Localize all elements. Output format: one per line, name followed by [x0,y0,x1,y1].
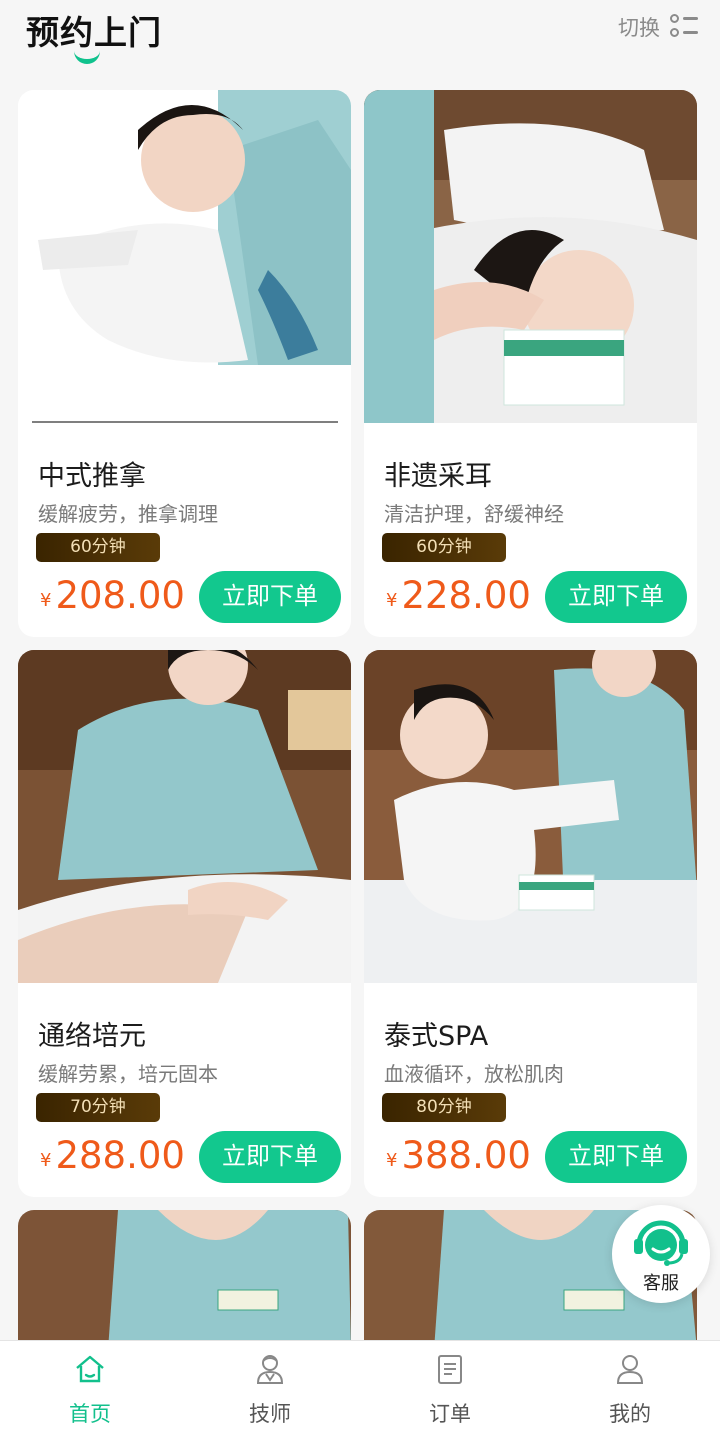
service-photo [364,650,697,983]
price-value: 208.00 [55,574,185,617]
list-view-icon [670,13,698,41]
service-card[interactable]: 泰式SPA 血液循环，放松肌肉 80分钟 ¥388.00 立即下单 [364,650,697,1197]
price-value: 288.00 [55,1134,185,1177]
tab-profile[interactable]: 我的 [540,1341,720,1433]
order-now-button[interactable]: 立即下单 [545,1131,687,1183]
bottom-tab-bar: 首页 技师 订单 我的 [0,1340,720,1433]
service-name: 泰式SPA [384,1021,489,1052]
price-value: 228.00 [401,574,531,617]
service-desc: 血液循环，放松肌肉 [384,1062,564,1086]
profile-icon [616,1355,644,1384]
service-photo [18,1210,351,1350]
order-icon [438,1355,462,1384]
duration-badge: 60分钟 [36,533,160,562]
service-desc: 清洁护理，舒缓神经 [384,502,564,526]
currency-symbol: ¥ [40,590,52,611]
service-desc: 缓解疲劳，推拿调理 [38,502,218,526]
service-photo [18,650,351,983]
service-name: 非遗采耳 [384,461,492,492]
service-card-partial[interactable] [18,1210,351,1350]
duration-badge: 80分钟 [382,1093,506,1122]
service-price: ¥288.00 [40,1134,185,1177]
service-desc: 缓解劳累，培元固本 [38,1062,218,1086]
service-price: ¥228.00 [386,574,531,617]
currency-symbol: ¥ [386,1150,398,1171]
technician-icon [256,1355,284,1384]
service-price: ¥388.00 [386,1134,531,1177]
currency-symbol: ¥ [386,590,398,611]
service-photo [364,90,697,423]
title-accent-mark [74,48,100,64]
tab-home[interactable]: 首页 [0,1341,180,1433]
order-now-button[interactable]: 立即下单 [545,571,687,623]
currency-symbol: ¥ [40,1150,52,1171]
tab-label: 订单 [429,1402,471,1426]
service-name: 中式推拿 [38,461,146,492]
header: 预约上门 切换 [0,0,720,80]
tab-label: 我的 [609,1402,651,1426]
home-icon [76,1355,104,1383]
page-title: 预约上门 [26,13,162,52]
switch-view-button[interactable]: 切换 [618,12,698,42]
duration-badge: 60分钟 [382,533,506,562]
tab-label: 首页 [69,1402,111,1426]
service-card[interactable]: 非遗采耳 清洁护理，舒缓神经 60分钟 ¥228.00 立即下单 [364,90,697,637]
tab-orders[interactable]: 订单 [360,1341,540,1433]
service-card[interactable]: 通络培元 缓解劳累，培元固本 70分钟 ¥288.00 立即下单 [18,650,351,1197]
customer-service-label: 客服 [643,1273,679,1294]
service-name: 通络培元 [38,1021,146,1052]
order-now-button[interactable]: 立即下单 [199,571,341,623]
duration-badge: 70分钟 [36,1093,160,1122]
service-price: ¥208.00 [40,574,185,617]
service-photo [18,90,351,423]
customer-service-button[interactable]: 客服 [612,1205,710,1303]
tab-technician[interactable]: 技师 [180,1341,360,1433]
service-card[interactable]: 中式推拿 缓解疲劳，推拿调理 60分钟 ¥208.00 立即下单 [18,90,351,637]
price-value: 388.00 [401,1134,531,1177]
order-now-button[interactable]: 立即下单 [199,1131,341,1183]
switch-label: 切换 [618,16,660,40]
tab-label: 技师 [249,1402,291,1426]
